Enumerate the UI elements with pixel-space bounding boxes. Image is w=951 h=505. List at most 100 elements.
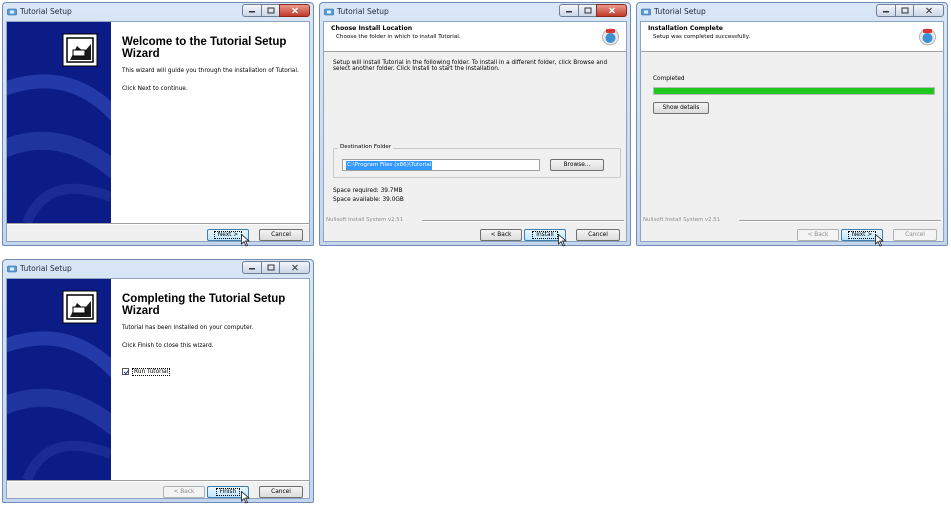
instruction-text: Click Finish to close this wizard. — [122, 343, 214, 349]
status-text: Completed — [653, 76, 685, 82]
finish-label: Finish — [215, 488, 241, 496]
space-required-text: Space required: 39.7MB — [333, 188, 403, 194]
close-button[interactable] — [279, 261, 310, 274]
installation-complete-window: Tutorial Setup Installation Complete Set… — [636, 2, 948, 247]
install-location-window: Tutorial Setup Choose Install Location C… — [319, 2, 631, 247]
destination-folder-value: C:\Program Files (x86)\Tutorial — [346, 161, 433, 170]
minimize-icon — [883, 10, 889, 12]
wizard-side-banner — [7, 279, 111, 480]
run-tutorial-label[interactable]: Run Tutorial — [132, 368, 171, 376]
wizard-client-area: Completing the Tutorial Setup Wizard Tut… — [6, 278, 310, 504]
welcome-content: Welcome to the Tutorial Setup Wizard Thi… — [111, 22, 309, 223]
close-icon — [608, 7, 615, 14]
window-title: Tutorial Setup — [20, 7, 72, 16]
browse-button[interactable]: Browse... — [550, 159, 604, 171]
completing-wizard-window: Tutorial Setup Completing the Tutorial S… — [2, 259, 314, 504]
installer-logo-icon — [602, 28, 619, 46]
instructions-text: Setup will install Tutorial in the follo… — [333, 60, 608, 72]
cancel-button[interactable]: Cancel — [259, 486, 303, 498]
installer-app-icon — [7, 265, 17, 273]
browse-label: Browse... — [563, 162, 591, 168]
branding-divider — [422, 220, 624, 222]
back-button[interactable]: < Back — [163, 486, 205, 498]
wizard-side-banner — [7, 22, 111, 223]
window-title: Tutorial Setup — [337, 7, 389, 16]
installer-app-icon — [641, 8, 651, 16]
banner-graphic — [7, 22, 111, 223]
cancel-button[interactable]: Cancel — [893, 229, 937, 241]
close-button[interactable] — [279, 4, 310, 17]
installed-text: Tutorial has been installed on your comp… — [122, 325, 254, 331]
back-label: < Back — [173, 489, 195, 495]
header-title: Installation Complete — [648, 25, 723, 32]
minimize-icon — [249, 267, 255, 269]
maximize-icon — [267, 264, 274, 271]
window-title: Tutorial Setup — [20, 264, 72, 273]
minimize-icon — [249, 10, 255, 12]
page-heading: Welcome to the Tutorial Setup Wizard — [122, 36, 287, 60]
banner-graphic — [7, 279, 111, 480]
title-bar[interactable]: Tutorial Setup — [640, 3, 944, 21]
space-available-text: Space available: 39.0GB — [333, 197, 404, 203]
cancel-button[interactable]: Cancel — [259, 229, 303, 241]
progress-bar — [653, 87, 935, 95]
installer-app-icon — [7, 8, 17, 16]
maximize-button[interactable] — [261, 261, 280, 274]
intro-text: This wizard will guide you through the i… — [122, 68, 299, 74]
cancel-label: Cancel — [905, 232, 925, 238]
minimize-icon — [566, 10, 572, 12]
instruction-text: Click Next to continue. — [122, 86, 188, 92]
maximize-button[interactable] — [261, 4, 280, 17]
back-button[interactable]: < Back — [480, 229, 522, 241]
window-title: Tutorial Setup — [654, 7, 706, 16]
mouse-cursor-icon — [241, 234, 250, 247]
page-heading: Completing the Tutorial Setup Wizard — [122, 293, 286, 317]
back-label: < Back — [490, 232, 512, 238]
install-label: Install — [532, 231, 558, 239]
show-details-label: Show details — [662, 105, 700, 111]
title-bar[interactable]: Tutorial Setup — [6, 260, 310, 278]
run-tutorial-checkbox[interactable] — [122, 368, 129, 375]
wizard-client-area: Installation Complete Setup was complete… — [640, 21, 944, 247]
nsis-branding: Nullsoft Install System v2.51 — [326, 217, 404, 223]
minimize-button[interactable] — [242, 261, 262, 274]
mouse-cursor-icon — [558, 234, 567, 247]
maximize-button[interactable] — [578, 4, 597, 17]
destination-folder-input[interactable]: C:\Program Files (x86)\Tutorial — [342, 159, 540, 171]
wizard-client-area: Welcome to the Tutorial Setup Wizard Thi… — [6, 21, 310, 247]
minimize-button[interactable] — [876, 4, 896, 17]
destination-folder-label: Destination Folder — [338, 144, 394, 150]
welcome-window: Tutorial Setup Welcome to the Tutorial S… — [2, 2, 314, 247]
branding-divider — [739, 220, 941, 222]
close-icon — [291, 264, 298, 271]
installer-app-icon — [324, 8, 334, 16]
cancel-label: Cancel — [271, 489, 291, 495]
divider — [7, 223, 309, 225]
cancel-button[interactable]: Cancel — [576, 229, 620, 241]
finish-content: Completing the Tutorial Setup Wizard Tut… — [111, 279, 309, 480]
installer-logo-icon — [919, 28, 936, 46]
header-title: Choose Install Location — [331, 25, 413, 32]
title-bar[interactable]: Tutorial Setup — [6, 3, 310, 21]
nsis-branding: Nullsoft Install System v2.51 — [643, 217, 721, 223]
minimize-button[interactable] — [559, 4, 579, 17]
cancel-label: Cancel — [588, 232, 608, 238]
minimize-button[interactable] — [242, 4, 262, 17]
next-label: Next > — [847, 231, 877, 239]
page-header: Choose Install Location Choose the folde… — [324, 22, 626, 52]
maximize-button[interactable] — [895, 4, 914, 17]
mouse-cursor-icon — [875, 234, 884, 247]
header-subtitle: Setup was completed successfully. — [653, 34, 751, 40]
back-button[interactable]: < Back — [797, 229, 839, 241]
wizard-client-area: Choose Install Location Choose the folde… — [323, 21, 627, 247]
next-label: Next > — [213, 231, 243, 239]
show-details-button[interactable]: Show details — [653, 102, 709, 114]
title-bar[interactable]: Tutorial Setup — [323, 3, 627, 21]
page-header: Installation Complete Setup was complete… — [641, 22, 943, 52]
cancel-label: Cancel — [271, 232, 291, 238]
close-button[interactable] — [596, 4, 627, 17]
close-button[interactable] — [913, 4, 944, 17]
close-icon — [925, 7, 932, 14]
header-subtitle: Choose the folder in which to install Tu… — [336, 34, 461, 40]
divider — [7, 480, 309, 482]
